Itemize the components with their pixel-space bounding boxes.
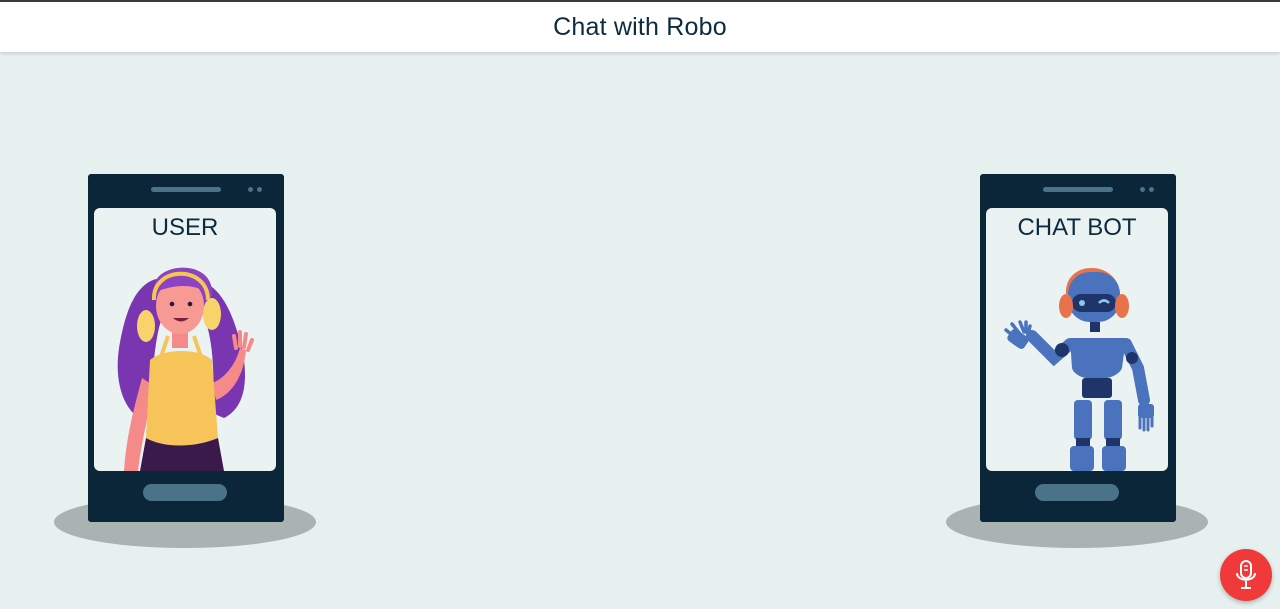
user-label: USER — [151, 214, 219, 241]
bot-phone-card: CHAT BOT — [946, 174, 1208, 549]
microphone-icon — [1236, 560, 1256, 589]
user-phone: USER — [88, 174, 284, 522]
microphone-button[interactable] — [1220, 549, 1272, 601]
page-title: Chat with Robo — [553, 12, 727, 41]
phone-speaker — [151, 187, 221, 192]
user-phone-screen: USER — [94, 208, 276, 471]
bot-label: CHAT BOT — [1017, 214, 1137, 241]
app-header: Chat with Robo — [0, 2, 1280, 52]
phone-sensor-dot — [1149, 187, 1154, 192]
phone-sensor-dot — [257, 187, 262, 192]
phone-home-button — [143, 484, 227, 501]
woman-with-headphones-illustration — [117, 267, 254, 471]
phone-camera-dot — [1140, 187, 1145, 192]
phone-home-button — [1035, 484, 1119, 501]
robot-with-headphones-illustration — [1004, 268, 1154, 471]
phone-camera-dot — [248, 187, 253, 192]
user-phone-card: USER — [54, 174, 316, 549]
bot-phone: CHAT BOT — [980, 174, 1176, 522]
bot-phone-screen: CHAT BOT — [986, 208, 1168, 471]
phone-speaker — [1043, 187, 1113, 192]
